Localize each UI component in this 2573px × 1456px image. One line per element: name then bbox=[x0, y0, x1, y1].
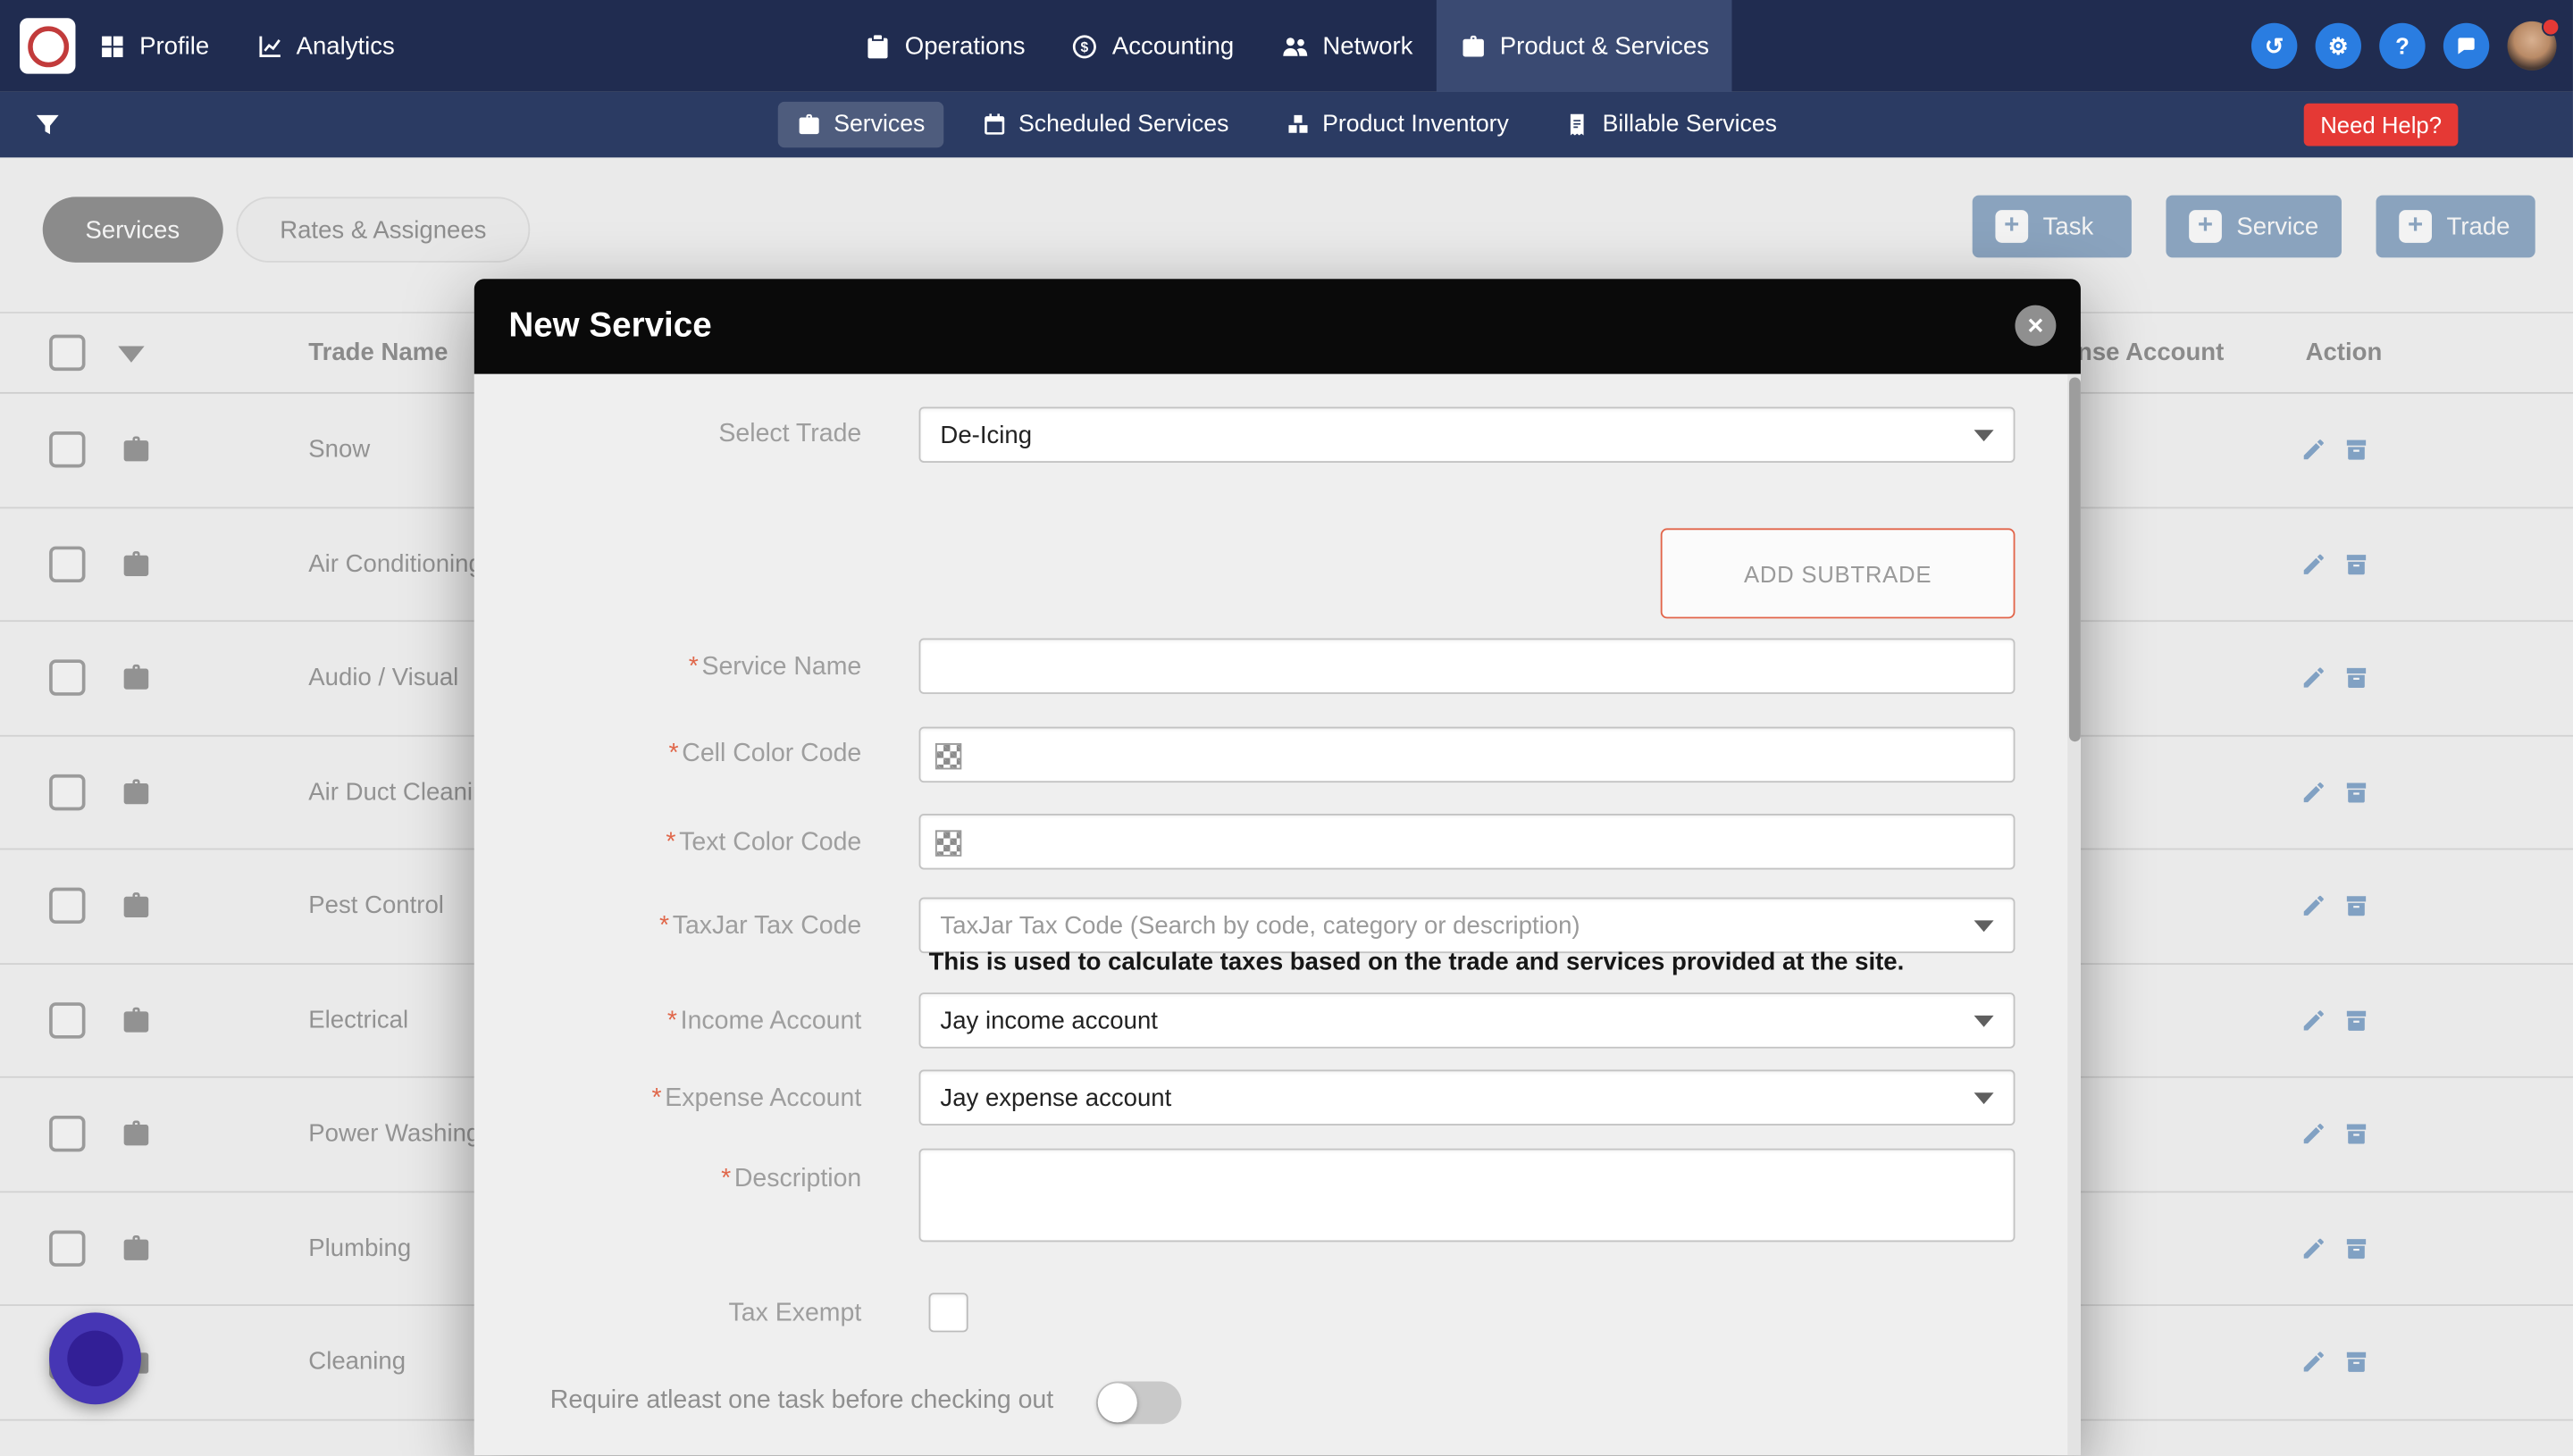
people-icon bbox=[1280, 31, 1310, 61]
dollar-circle-icon bbox=[1071, 32, 1099, 60]
brand-logo[interactable] bbox=[20, 18, 75, 73]
chat-button[interactable] bbox=[2443, 23, 2489, 69]
subnav-services-label: Services bbox=[834, 112, 925, 138]
filter-icon[interactable] bbox=[33, 110, 63, 139]
require-task-toggle[interactable] bbox=[1096, 1382, 1182, 1425]
history-button[interactable]: ↺ bbox=[2251, 23, 2297, 69]
modal-scrollbar[interactable] bbox=[2067, 374, 2081, 1455]
service-name-label: *Service Name bbox=[689, 651, 862, 684]
top-nav-right: ↺ ⚙ ? bbox=[2251, 0, 2557, 92]
user-avatar[interactable] bbox=[2507, 21, 2556, 71]
subnav-billable-label: Billable Services bbox=[1603, 112, 1777, 138]
nav-profile[interactable]: Profile bbox=[75, 0, 231, 92]
color-picker-icon[interactable] bbox=[935, 830, 961, 856]
taxjar-field bbox=[919, 898, 2016, 953]
income-account-label: *Income Account bbox=[667, 1006, 861, 1039]
briefcase-icon bbox=[1459, 32, 1487, 60]
text-color-label: *Text Color Code bbox=[666, 827, 861, 860]
expense-account-value: Jay expense account bbox=[940, 1084, 1171, 1111]
sub-navbar: Services Scheduled Services Product Inve… bbox=[0, 92, 2573, 157]
text-color-input[interactable] bbox=[920, 816, 2013, 868]
select-trade-value: De-Icing bbox=[940, 421, 1032, 448]
briefcase-icon bbox=[796, 112, 822, 138]
subnav-inventory-label: Product Inventory bbox=[1322, 112, 1509, 138]
subnav-billable-services[interactable]: Billable Services bbox=[1546, 102, 1795, 147]
color-picker-icon[interactable] bbox=[935, 743, 961, 769]
subnav-product-inventory[interactable]: Product Inventory bbox=[1267, 102, 1527, 147]
chart-icon bbox=[256, 32, 283, 60]
subnav-scheduled-label: Scheduled Services bbox=[1018, 112, 1228, 138]
nav-operations[interactable]: Operations bbox=[841, 0, 1048, 92]
income-account-value: Jay income account bbox=[940, 1007, 1158, 1034]
subnav-scheduled-services[interactable]: Scheduled Services bbox=[963, 102, 1247, 147]
receipt-icon bbox=[1564, 112, 1590, 138]
cell-color-label: *Cell Color Code bbox=[669, 739, 862, 772]
top-nav-center: Operations Accounting Network Product & … bbox=[841, 0, 1732, 92]
chat-icon bbox=[2455, 35, 2478, 58]
require-task-label: Require atleast one task before checking… bbox=[540, 1385, 1053, 1418]
nav-profile-label: Profile bbox=[139, 32, 209, 60]
help-button[interactable]: ? bbox=[2379, 23, 2425, 69]
nav-network[interactable]: Network bbox=[1257, 0, 1436, 92]
chevron-down-icon bbox=[1974, 430, 1994, 441]
taxjar-input[interactable] bbox=[920, 900, 2013, 952]
tax-exempt-checkbox[interactable] bbox=[929, 1293, 968, 1332]
subnav-services[interactable]: Services bbox=[778, 102, 943, 147]
nav-network-label: Network bbox=[1322, 32, 1412, 60]
modal-scrollbar-thumb[interactable] bbox=[2068, 377, 2080, 741]
close-button[interactable]: ✕ bbox=[2015, 305, 2056, 347]
chevron-down-icon bbox=[1974, 920, 1994, 932]
close-icon: ✕ bbox=[2026, 315, 2044, 337]
taxjar-label: *TaxJar Tax Code bbox=[659, 910, 861, 943]
nav-analytics-label: Analytics bbox=[297, 32, 395, 60]
question-icon: ? bbox=[2395, 35, 2410, 58]
modal-body: Select Trade De-Icing ADD SUBTRADE *Serv… bbox=[474, 374, 2081, 1455]
add-subtrade-button[interactable]: ADD SUBTRADE bbox=[1661, 528, 2016, 618]
cell-color-field bbox=[919, 727, 2016, 782]
description-label: *Description bbox=[721, 1163, 861, 1196]
sub-nav-center: Services Scheduled Services Product Inve… bbox=[778, 102, 1795, 147]
cell-color-input[interactable] bbox=[920, 728, 2013, 781]
modal-title: New Service bbox=[508, 306, 711, 346]
expense-account-dropdown[interactable]: Jay expense account bbox=[919, 1070, 2016, 1125]
boxes-icon bbox=[1285, 112, 1311, 138]
page-content: Services Rates & Assignees + Task + Serv… bbox=[0, 157, 2573, 1456]
nav-operations-label: Operations bbox=[905, 32, 1026, 60]
service-name-input[interactable] bbox=[920, 640, 2013, 692]
nav-product-services-label: Product & Services bbox=[1500, 32, 1709, 60]
calendar-icon bbox=[981, 112, 1007, 138]
history-icon: ↺ bbox=[2265, 35, 2284, 58]
select-trade-label: Select Trade bbox=[718, 418, 861, 451]
need-help-badge[interactable]: Need Help? bbox=[2304, 104, 2459, 146]
tax-exempt-label: Tax Exempt bbox=[729, 1298, 862, 1331]
select-trade-dropdown[interactable]: De-Icing bbox=[919, 407, 2016, 463]
app: Profile Analytics Operations Accounting … bbox=[0, 0, 2573, 1456]
chevron-down-icon bbox=[1974, 1092, 1994, 1104]
settings-button[interactable]: ⚙ bbox=[2316, 23, 2361, 69]
chevron-down-icon bbox=[1974, 1016, 1994, 1027]
nav-accounting[interactable]: Accounting bbox=[1048, 0, 1257, 92]
clipboard-icon bbox=[864, 32, 892, 60]
nav-product-services[interactable]: Product & Services bbox=[1436, 0, 1732, 92]
chat-widget-fab[interactable] bbox=[49, 1312, 141, 1404]
grid-icon bbox=[98, 32, 126, 60]
nav-accounting-label: Accounting bbox=[1112, 32, 1234, 60]
modal-header: New Service ✕ bbox=[474, 279, 2081, 374]
top-navbar: Profile Analytics Operations Accounting … bbox=[0, 0, 2573, 92]
text-color-field bbox=[919, 814, 2016, 869]
nav-analytics[interactable]: Analytics bbox=[232, 0, 418, 92]
expense-account-label: *Expense Account bbox=[651, 1083, 861, 1116]
income-account-dropdown[interactable]: Jay income account bbox=[919, 992, 2016, 1048]
new-service-modal: New Service ✕ Select Trade De-Icing ADD … bbox=[474, 279, 2081, 1455]
gear-icon: ⚙ bbox=[2328, 35, 2349, 58]
description-textarea[interactable] bbox=[919, 1149, 2016, 1243]
taxjar-help-text: This is used to calculate taxes based on… bbox=[929, 949, 1905, 976]
service-name-field bbox=[919, 638, 2016, 693]
